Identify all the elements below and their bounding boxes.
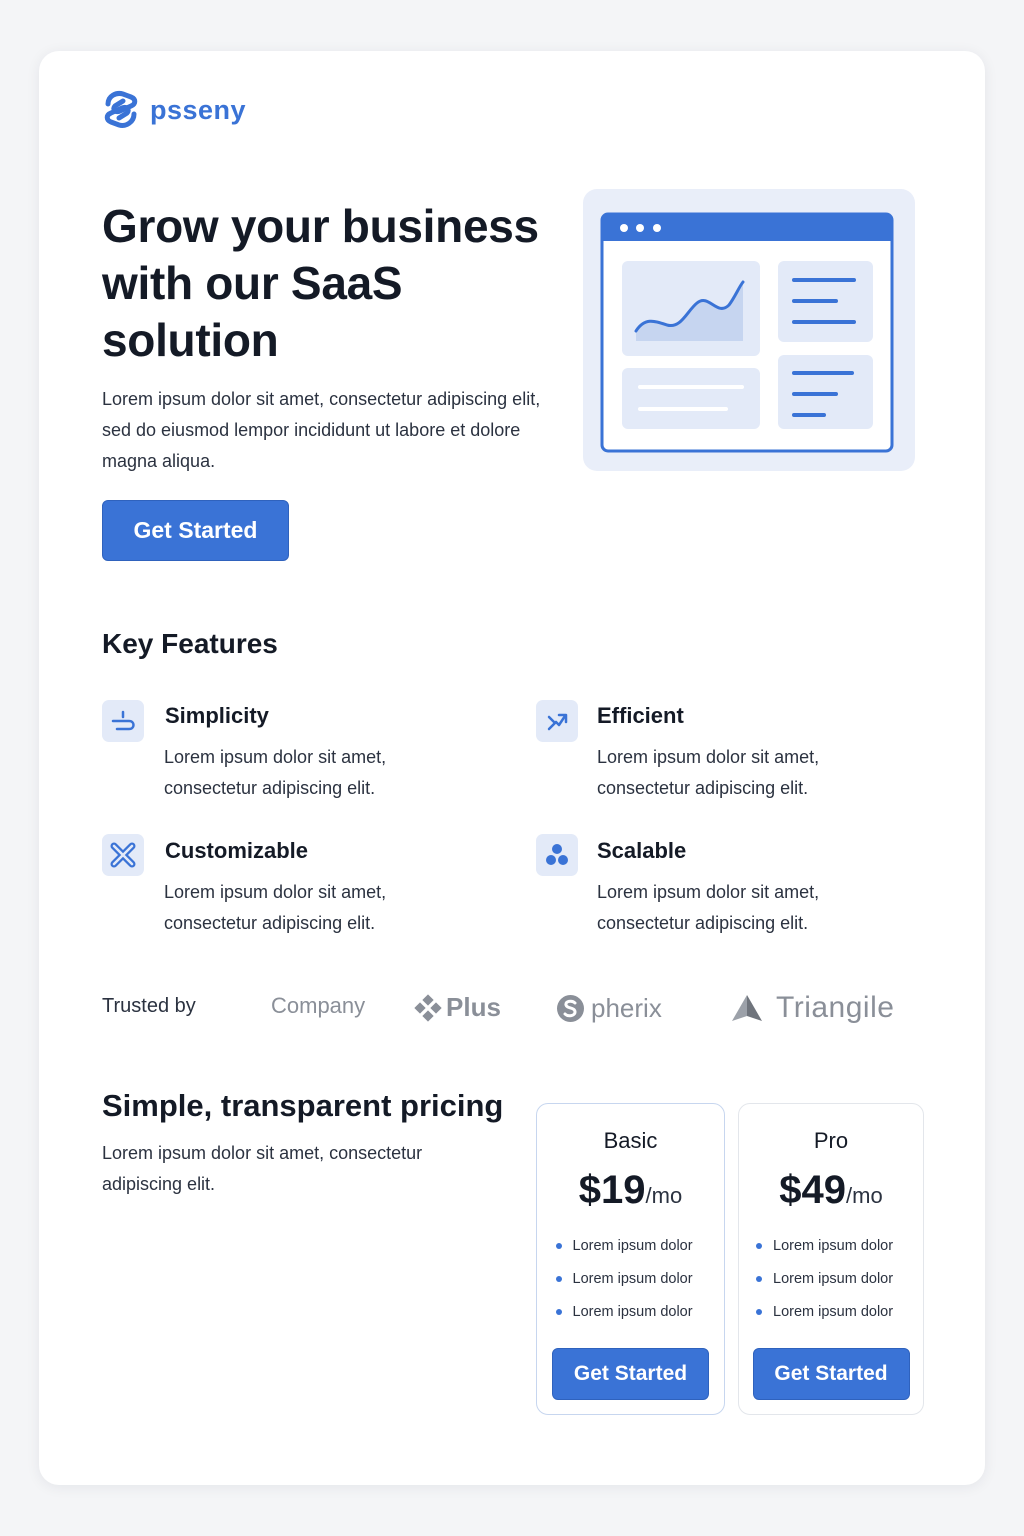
brand-logo-icon (104, 91, 138, 128)
simplicity-icon (102, 700, 144, 742)
plan-feature-item: Lorem ipsum dolor (555, 1229, 706, 1262)
feature-description: Lorem ipsum dolor sit amet, consectetur … (164, 882, 387, 933)
plan-feature-list: Lorem ipsum dolor Lorem ipsum dolor Lore… (555, 1229, 706, 1328)
hero-description: Lorem ipsum dolor sit amet, consectetur … (102, 389, 541, 471)
plan-price: $49 /mo (779, 1168, 882, 1213)
hero-title: Grow your business with our SaaS solutio… (102, 200, 539, 366)
pricing-title: Simple, transparent pricing (102, 1088, 504, 1123)
bullet-icon (756, 1275, 762, 1282)
partner-logo-company: Company (271, 993, 365, 1019)
partner-logo-text: pherix (591, 993, 662, 1023)
plan-price-unit: /mo (645, 1183, 683, 1208)
feature-description: Lorem ipsum dolor sit amet, consectetur … (597, 747, 820, 798)
bullet-icon (756, 1308, 762, 1315)
plan-card-basic: Basic $19 /mo Lorem ipsum dolor Lorem ip… (536, 1103, 725, 1415)
feature-description: Lorem ipsum dolor sit amet, consectetur … (597, 882, 820, 933)
bullet-icon (555, 1308, 562, 1315)
plus-logo-icon (414, 993, 442, 1022)
bullet-icon (555, 1275, 562, 1282)
plan-feature-item: Lorem ipsum dolor (756, 1229, 906, 1262)
pherix-logo-icon (557, 995, 584, 1022)
feature-name: Simplicity (165, 703, 269, 728)
dashboard-illustration (583, 189, 915, 471)
plan-feature-item: Lorem ipsum dolor (756, 1295, 906, 1328)
partner-logo-triangile: Triangile (730, 991, 894, 1025)
partner-logo-text: Plus (446, 992, 501, 1022)
partner-logo-plus: Plus (414, 992, 501, 1023)
partner-logo-pherix: pherix (556, 993, 662, 1024)
partner-logo-text: Triangile (776, 991, 895, 1024)
customizable-icon (102, 834, 144, 876)
partner-logo-text: Company (271, 993, 366, 1018)
feature-name: Scalable (597, 838, 687, 863)
efficient-icon (536, 700, 578, 742)
pricing-description: Lorem ipsum dolor sit amet, consectetur … (102, 1143, 423, 1194)
pro-get-started-button[interactable]: Get Started (752, 1348, 910, 1400)
bullet-icon (555, 1242, 562, 1249)
plan-feature-list: Lorem ipsum dolor Lorem ipsum dolor Lore… (756, 1229, 906, 1328)
plan-price: $19 /mo (579, 1168, 682, 1213)
trusted-by-label: Trusted by (102, 995, 196, 1017)
basic-get-started-button[interactable]: Get Started (552, 1348, 709, 1400)
plan-card-pro: Pro $49 /mo Lorem ipsum dolor Lorem ipsu… (738, 1103, 924, 1415)
triangile-logo-icon (732, 995, 762, 1021)
plan-name: Pro (813, 1128, 849, 1153)
hero-get-started-button[interactable]: Get Started (102, 500, 289, 561)
scalable-icon (536, 834, 578, 876)
plan-price-amount: $19 (578, 1168, 646, 1212)
features-title: Key Features (102, 628, 278, 659)
plan-name: Basic (603, 1128, 658, 1153)
feature-name: Customizable (165, 838, 309, 863)
plan-price-unit: /mo (846, 1183, 883, 1208)
feature-description: Lorem ipsum dolor sit amet, consectetur … (164, 747, 387, 798)
plan-feature-item: Lorem ipsum dolor (555, 1295, 706, 1328)
brand-name: psseny (150, 94, 247, 125)
plan-feature-item: Lorem ipsum dolor (756, 1262, 906, 1295)
plan-feature-item: Lorem ipsum dolor (555, 1262, 706, 1295)
feature-name: Efficient (597, 703, 684, 728)
brand-logo[interactable]: psseny (100, 88, 246, 132)
plan-price-amount: $49 (779, 1168, 847, 1212)
bullet-icon (756, 1242, 762, 1249)
